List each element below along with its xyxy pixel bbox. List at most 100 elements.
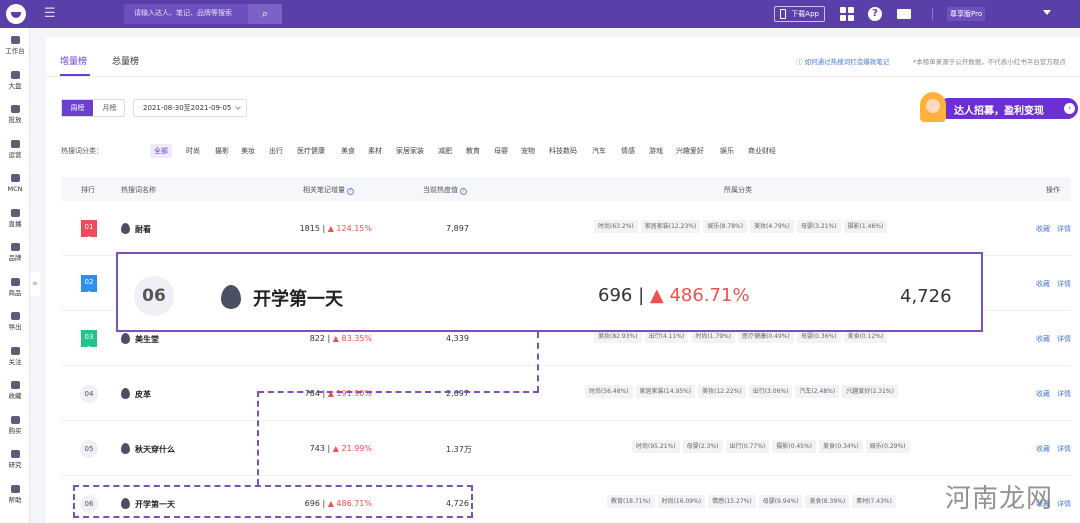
- sidebar-item-6[interactable]: 品牌: [0, 243, 30, 273]
- collect-link[interactable]: 收藏: [1036, 225, 1050, 233]
- active-tab-underline: [60, 74, 90, 76]
- tab-increment[interactable]: 增量榜: [60, 54, 87, 67]
- date-range-select[interactable]: 2021-08-30至2021-09-05: [133, 99, 247, 117]
- category-chip[interactable]: 美妆: [241, 144, 255, 158]
- info-icon[interactable]: ?: [347, 188, 354, 195]
- category-chip[interactable]: 出行: [269, 144, 283, 158]
- sidebar-item-label: 品牌: [8, 254, 22, 262]
- search-box[interactable]: 请输入达人、笔记、品牌等搜索 ⌕: [124, 4, 282, 24]
- row-actions: 收藏 详情: [1036, 224, 1078, 234]
- menu-toggle-icon[interactable]: ☰: [44, 7, 56, 20]
- category-chip[interactable]: 科技数码: [549, 144, 577, 158]
- sidebar-item-11[interactable]: 购买: [0, 415, 30, 446]
- sidebar-item-8[interactable]: 导出: [0, 312, 30, 342]
- note-increase: 743 | ▲ 21.99%: [309, 444, 372, 453]
- period-toggle: 周榜 月榜: [61, 99, 125, 117]
- header-heat[interactable]: 当前热度值?: [423, 185, 467, 195]
- help-icon[interactable]: ?: [868, 7, 882, 21]
- flame-icon: [121, 333, 130, 344]
- increase-pct-value: 83.35%: [341, 334, 372, 343]
- detail-link[interactable]: 详情: [1057, 500, 1071, 508]
- collect-link[interactable]: 收藏: [1036, 335, 1050, 343]
- weekly-button[interactable]: 周榜: [62, 100, 93, 116]
- category-chip[interactable]: 摄影: [215, 144, 229, 158]
- category-tag: 素材(7.43%): [852, 495, 896, 508]
- detail-link[interactable]: 详情: [1057, 390, 1071, 398]
- keyword-link[interactable]: 秋天穿什么: [135, 444, 175, 455]
- download-app-button[interactable]: 下载App: [774, 6, 825, 22]
- category-chip[interactable]: 兴趣爱好: [676, 144, 704, 158]
- zoom-heat: 4,726: [900, 286, 952, 307]
- keyword-link[interactable]: 皮革: [135, 389, 151, 400]
- zoom-callout: 06 开学第一天 696 | ▲ 486.71% 4,726: [116, 252, 983, 332]
- increase-pct: ▲ 124.15%: [327, 224, 372, 233]
- flame-icon: [121, 388, 130, 399]
- category-chip[interactable]: 素材: [368, 144, 382, 158]
- category-chip[interactable]: 时尚: [186, 144, 200, 158]
- cart-icon: [10, 415, 20, 424]
- collect-link[interactable]: 收藏: [1036, 445, 1050, 453]
- sidebar-item-13[interactable]: 帮助: [0, 484, 30, 515]
- collect-link[interactable]: 收藏: [1036, 390, 1050, 398]
- category-tag: 娱乐(0.29%): [865, 440, 910, 453]
- search-input[interactable]: 请输入达人、笔记、品牌等搜索: [134, 8, 232, 18]
- watermark: 河南龙网: [945, 484, 1054, 514]
- tab-total[interactable]: 总量榜: [112, 54, 139, 67]
- keyword-link[interactable]: 耐看: [135, 224, 151, 235]
- rank-badge: 03: [81, 330, 97, 350]
- sidebar-item-4[interactable]: MCN: [0, 174, 30, 204]
- category-chip[interactable]: 全部: [150, 144, 172, 158]
- row-actions: 收藏 详情: [1036, 334, 1078, 344]
- sidebar-item-1[interactable]: 大盘: [0, 70, 30, 101]
- recruit-banner[interactable]: 达人招募，盈利变现 ›: [918, 90, 1078, 124]
- chevron-down-icon[interactable]: [1043, 10, 1051, 15]
- sidebar-item-12[interactable]: 研究: [0, 450, 30, 480]
- collect-link[interactable]: 收藏: [1036, 280, 1050, 288]
- keyword-link[interactable]: 美生堂: [135, 334, 159, 345]
- search-icon[interactable]: ⌕: [248, 4, 282, 24]
- banner-text: 达人招募，盈利变现: [954, 106, 1044, 117]
- category-tag: 汽车(2.48%): [795, 385, 840, 398]
- category-chip[interactable]: 教育: [466, 144, 480, 158]
- category-chip[interactable]: 家居家装: [396, 144, 424, 158]
- category-chip[interactable]: 汽车: [592, 144, 606, 158]
- category-chip[interactable]: 商业财经: [748, 144, 776, 158]
- category-chip[interactable]: 母婴: [494, 144, 508, 158]
- category-chip[interactable]: 情感: [621, 144, 635, 158]
- category-chip[interactable]: 医疗健康: [297, 144, 325, 158]
- chevron-down-icon: [235, 104, 241, 110]
- sidebar-item-label: 运营: [8, 150, 22, 159]
- category-chip[interactable]: 游戏: [649, 144, 663, 158]
- eye-icon: [10, 346, 20, 355]
- detail-link[interactable]: 详情: [1057, 445, 1071, 453]
- detail-link[interactable]: 详情: [1057, 280, 1071, 288]
- app-logo[interactable]: [6, 4, 26, 24]
- sidebar-item-9[interactable]: 关注: [0, 346, 30, 377]
- sidebar-item-label: 大盘: [8, 81, 22, 90]
- sidebar-item-7[interactable]: 商品: [0, 277, 30, 308]
- sidebar-item-label: 收藏: [8, 392, 22, 400]
- category-chip[interactable]: 减肥: [438, 144, 452, 158]
- category-tag: 教育(18.71%): [607, 495, 655, 508]
- header-increase[interactable]: 相关笔记增量?: [303, 185, 354, 195]
- sidebar-item-2[interactable]: 投放: [0, 105, 30, 135]
- info-icon[interactable]: ?: [460, 188, 467, 195]
- monthly-button[interactable]: 月榜: [94, 100, 125, 116]
- increase-pct-value: 21.99%: [341, 444, 372, 453]
- detail-link[interactable]: 详情: [1057, 335, 1071, 343]
- sidebar-item-0[interactable]: 工作台: [0, 36, 30, 66]
- mail-icon[interactable]: [897, 7, 911, 21]
- detail-link[interactable]: 详情: [1057, 225, 1071, 233]
- sidebar-item-3[interactable]: 运营: [0, 139, 30, 170]
- how-to-link[interactable]: ⓘ 如何通过热搜词打造爆款笔记: [796, 56, 889, 66]
- sidebar-item-10[interactable]: 收藏: [0, 381, 30, 411]
- user-menu[interactable]: 尊享版Pro: [947, 7, 986, 21]
- category-chip[interactable]: 美食: [341, 144, 355, 158]
- category-chip[interactable]: 娱乐: [720, 144, 734, 158]
- category-chip[interactable]: 宠物: [521, 144, 535, 158]
- category-tag: 摄影(1.46%): [843, 220, 888, 233]
- apps-grid-icon[interactable]: [840, 7, 854, 21]
- sidebar-expand-button[interactable]: »: [30, 272, 40, 296]
- category-tag: 娱乐(8.78%): [703, 220, 748, 233]
- sidebar-item-5[interactable]: 直播: [0, 208, 30, 239]
